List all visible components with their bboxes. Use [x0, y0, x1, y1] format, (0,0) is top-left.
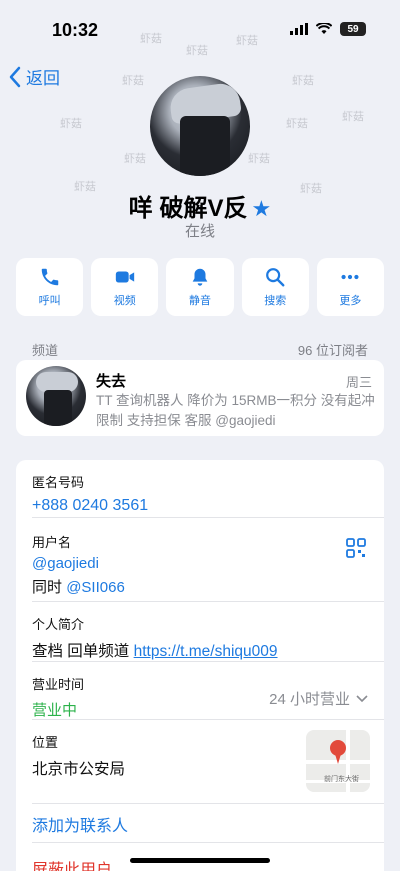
video-button[interactable]: 视频 — [91, 258, 159, 316]
map-label: 前门东大街 — [324, 776, 359, 783]
anon-number-value: +888 0240 3561 — [32, 497, 149, 514]
map-pin-icon — [330, 740, 346, 764]
add-contact-button[interactable]: 添加为联系人 — [32, 812, 128, 836]
hours-detail-text: 24 小时营业 — [269, 691, 350, 708]
back-label: 返回 — [26, 69, 60, 88]
mute-label: 静音 — [189, 295, 211, 307]
more-icon — [341, 274, 359, 280]
profile-avatar[interactable] — [150, 76, 250, 176]
watermark: 虾菇 — [342, 111, 364, 123]
presence-status: 在线 — [184, 223, 215, 240]
username-also-value[interactable]: @SII066 — [66, 579, 125, 596]
avatar-figure — [180, 116, 230, 176]
hours-row[interactable]: 营业时间 营业中 24 小时营业 — [32, 662, 384, 720]
watermark: 虾菇 — [286, 118, 308, 130]
bio-text: 查档 回单频道 https://t.me/shiqu009 — [32, 639, 384, 661]
watermark: 虾菇 — [60, 118, 82, 130]
username-value: @gaojiedi — [32, 555, 99, 572]
watermark: 虾菇 — [236, 35, 258, 47]
back-button[interactable]: 返回 — [8, 64, 60, 89]
bio-label: 个人简介 — [32, 617, 85, 632]
channel-avatar-arm — [36, 372, 78, 392]
profile-name-text: 咩 破解V反 — [128, 195, 248, 222]
bio-link[interactable]: https://t.me/shiqu009 — [134, 643, 278, 660]
status-time: 10:32 — [52, 20, 99, 40]
battery-icon: 59 — [340, 22, 366, 36]
search-button[interactable]: 搜索 — [241, 258, 309, 316]
more-button[interactable]: 更多 — [316, 258, 385, 316]
watermark: 虾菇 — [186, 45, 208, 57]
signal-icon — [290, 23, 308, 35]
call-button[interactable]: 呼叫 — [16, 258, 84, 316]
location-row[interactable]: 位置 北京市公安局 前门东大街 — [32, 720, 384, 804]
channel-title: 失去 — [96, 373, 127, 390]
chevron-down-icon — [356, 694, 368, 702]
username-also-prefix: 同时 — [32, 579, 63, 596]
anon-number-row[interactable]: 匿名号码 +888 0240 3561 — [32, 460, 384, 518]
status-icons: 59 — [290, 22, 366, 36]
block-user-button[interactable]: 屏蔽此用户 — [32, 856, 112, 871]
channel-section-label: 频道 — [32, 343, 59, 358]
channel-day: 周三 — [345, 375, 372, 390]
channel-avatar — [26, 366, 86, 426]
watermark: 虾菇 — [122, 75, 144, 87]
action-bar: 呼叫 视频 静音 搜索 更多 — [16, 258, 385, 316]
video-icon — [115, 271, 134, 283]
bell-icon — [192, 268, 208, 286]
video-label: 视频 — [113, 295, 136, 307]
username-row[interactable]: 用户名 @gaojiedi 同时 @SII066 — [32, 520, 384, 602]
watermark: 虾菇 — [140, 33, 162, 45]
channel-card[interactable]: 失去 周三 TT 查询机器人 降价为 15RMB一积分 没有起冲限制 支持担保 … — [16, 360, 384, 436]
anon-number-label: 匿名号码 — [32, 475, 85, 490]
wifi-icon — [316, 23, 332, 34]
watermark: 虾菇 — [292, 75, 314, 87]
call-label: 呼叫 — [38, 295, 61, 307]
bio-row: 个人简介 查档 回单频道 https://t.me/shiqu009 — [32, 602, 384, 662]
divider — [32, 842, 384, 843]
mute-button[interactable]: 静音 — [166, 258, 234, 316]
qr-code-icon[interactable] — [346, 538, 366, 558]
search-label: 搜索 — [264, 295, 287, 307]
phone-icon — [41, 268, 58, 286]
profile-name: 咩 破解V反 ★ — [0, 188, 400, 223]
bio-text-plain: 查档 回单频道 — [32, 643, 130, 660]
verified-star-icon: ★ — [251, 196, 272, 221]
hours-detail: 24 小时营业 — [269, 688, 368, 709]
search-icon — [266, 268, 285, 287]
info-card: 匿名号码 +888 0240 3561 用户名 @gaojiedi 同时 @SI… — [16, 460, 384, 871]
map-thumbnail[interactable]: 前门东大街 — [306, 730, 370, 792]
home-indicator[interactable] — [130, 858, 270, 863]
more-label: 更多 — [339, 295, 362, 307]
watermark: 虾菇 — [124, 153, 146, 165]
channel-message: TT 查询机器人 降价为 15RMB一积分 没有起冲限制 支持担保 客服 @ga… — [96, 393, 375, 428]
username-also: 同时 @SII066 — [32, 576, 384, 597]
chevron-left-icon — [9, 66, 21, 87]
watermark: 虾菇 — [248, 153, 270, 165]
channel-subscribers: 96 位订阅者 — [297, 343, 368, 358]
username-label: 用户名 — [32, 535, 72, 550]
channel-avatar-figure — [44, 390, 72, 426]
